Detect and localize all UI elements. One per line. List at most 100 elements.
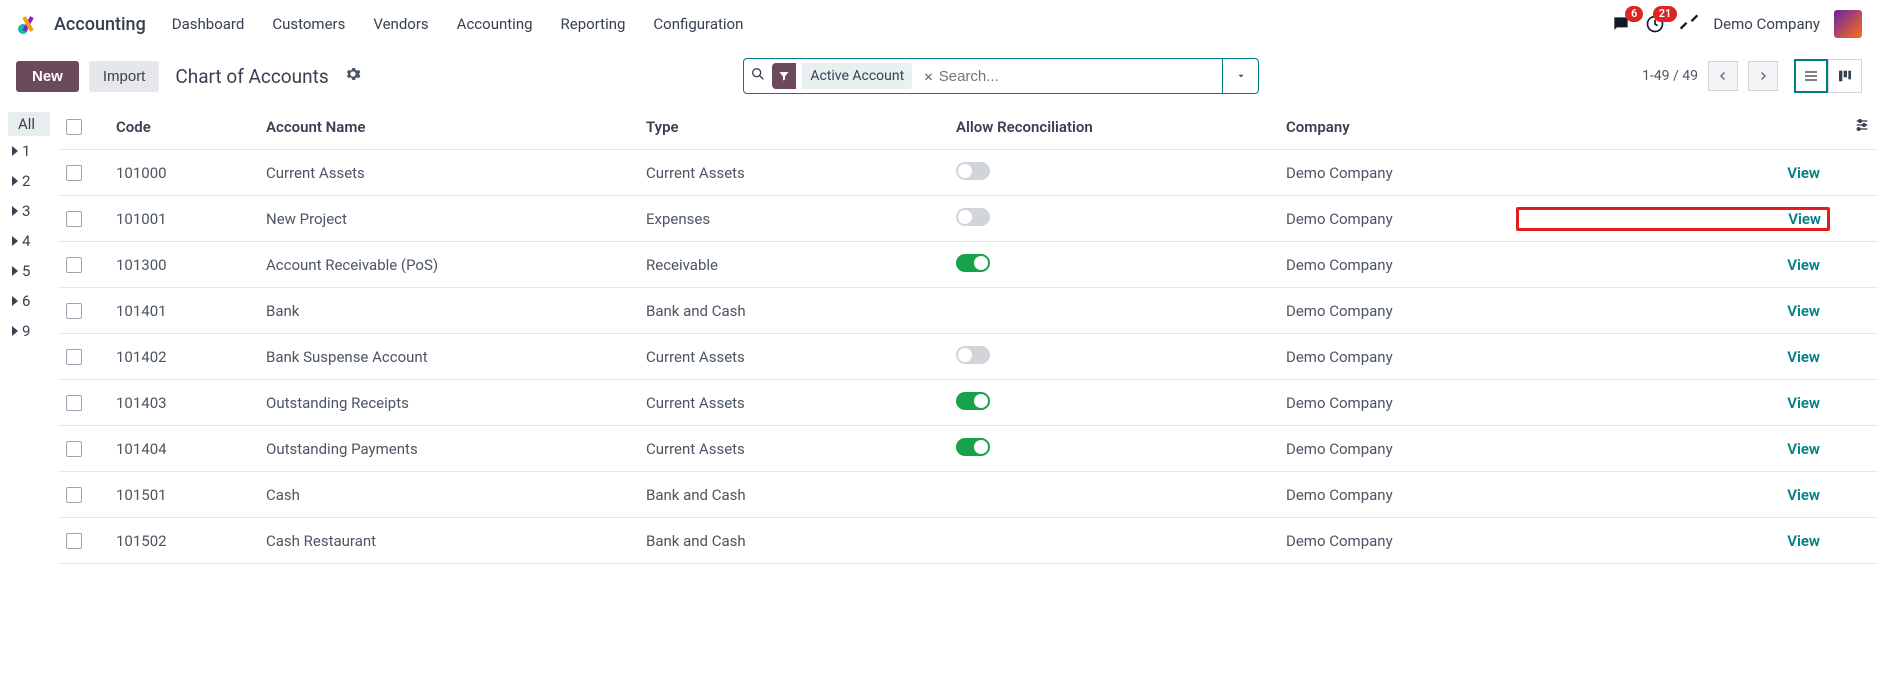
sidebar: All 1 2 345 6 9 [0,104,58,564]
gear-icon[interactable] [345,66,361,86]
nav-reporting[interactable]: Reporting [561,15,626,33]
view-list-button[interactable] [1794,59,1828,93]
view-link[interactable]: View [1516,164,1830,182]
cell-type: Bank and Cash [646,486,956,504]
reconciliation-toggle[interactable] [956,530,990,548]
row-checkbox[interactable] [66,395,82,411]
tools-icon[interactable] [1679,12,1699,36]
table-row[interactable]: 101401BankBank and CashDemo CompanyView [58,288,1878,334]
search-box[interactable]: Active Account × [743,58,1223,94]
app-name: Accounting [54,14,146,35]
table-row[interactable]: 101501CashBank and CashDemo CompanyView [58,472,1878,518]
sidebar-item-label: 9 [22,322,30,340]
nav-dashboard[interactable]: Dashboard [172,15,245,33]
columns-settings-icon[interactable] [1854,117,1870,137]
accounts-table: Code Account Name Type Allow Reconciliat… [58,104,1878,564]
reconciliation-toggle[interactable] [956,162,990,180]
sidebar-item[interactable]: 2 [8,166,50,196]
view-link[interactable]: View [1516,394,1830,412]
activities-icon[interactable]: 21 [1645,14,1665,34]
cell-name: Cash [266,486,646,504]
table-row[interactable]: 101001New ProjectExpensesDemo CompanyVie… [58,196,1878,242]
search-input[interactable] [939,59,1217,93]
sidebar-item[interactable]: 4 [8,226,50,256]
sidebar-item[interactable]: 5 [8,256,50,286]
filter-chip-close-icon[interactable]: × [924,67,933,86]
sidebar-item-label: 1 [22,142,30,160]
th-company[interactable]: Company [1286,118,1516,136]
cell-type: Bank and Cash [646,302,956,320]
reconciliation-toggle[interactable] [956,300,990,318]
cell-name: Account Receivable (PoS) [266,256,646,274]
nav-menu: Dashboard Customers Vendors Accounting R… [172,15,744,33]
company-name[interactable]: Demo Company [1713,15,1820,33]
messages-icon[interactable]: 6 [1611,14,1631,34]
pager-text: 1-49 / 49 [1642,68,1698,84]
pager-next-button[interactable] [1748,61,1778,91]
cell-company: Demo Company [1286,440,1516,458]
row-checkbox[interactable] [66,257,82,273]
sidebar-item[interactable]: 1 [8,136,50,166]
sidebar-item[interactable]: 6 [8,286,50,316]
filter-chip[interactable]: Active Account [802,63,912,89]
view-link[interactable]: View [1516,348,1830,366]
cell-name: Outstanding Receipts [266,394,646,412]
sidebar-item-label: 2 [22,172,30,190]
row-checkbox[interactable] [66,303,82,319]
sidebar-all[interactable]: All [8,112,50,136]
cell-recon [956,254,1286,276]
reconciliation-toggle[interactable] [956,392,990,410]
cell-name: Bank Suspense Account [266,348,646,366]
reconciliation-toggle[interactable] [956,438,990,456]
search-dropdown-button[interactable] [1223,58,1259,94]
table-row[interactable]: 101502Cash RestaurantBank and CashDemo C… [58,518,1878,564]
nav-vendors[interactable]: Vendors [373,15,428,33]
avatar[interactable] [1834,10,1862,38]
cell-code: 101404 [116,440,266,458]
reconciliation-toggle[interactable] [956,254,990,272]
caret-right-icon [12,146,18,156]
sidebar-item[interactable]: 3 [8,196,50,226]
row-checkbox[interactable] [66,533,82,549]
view-link[interactable]: View [1516,440,1830,458]
row-checkbox[interactable] [66,349,82,365]
sidebar-item-label: 6 [22,292,30,310]
row-checkbox[interactable] [66,211,82,227]
cell-code: 101000 [116,164,266,182]
import-button[interactable]: Import [89,61,160,92]
nav-configuration[interactable]: Configuration [653,15,743,33]
table-row[interactable]: 101300Account Receivable (PoS)Receivable… [58,242,1878,288]
cell-type: Bank and Cash [646,532,956,550]
table-row[interactable]: 101404Outstanding PaymentsCurrent Assets… [58,426,1878,472]
th-type[interactable]: Type [646,118,956,136]
view-link[interactable]: View [1516,486,1830,504]
caret-right-icon [12,326,18,336]
row-checkbox[interactable] [66,165,82,181]
sidebar-item[interactable]: 9 [8,316,50,346]
table-row[interactable]: 101403Outstanding ReceiptsCurrent Assets… [58,380,1878,426]
page-title: Chart of Accounts [175,65,328,88]
view-kanban-button[interactable] [1828,59,1862,93]
view-link[interactable]: View [1516,256,1830,274]
view-link[interactable]: View [1516,532,1830,550]
view-link[interactable]: View [1516,302,1830,320]
reconciliation-toggle[interactable] [956,484,990,502]
pager-prev-button[interactable] [1708,61,1738,91]
select-all-checkbox[interactable] [66,119,82,135]
nav-accounting[interactable]: Accounting [457,15,533,33]
caret-right-icon [12,236,18,246]
row-checkbox[interactable] [66,487,82,503]
table-row[interactable]: 101402Bank Suspense AccountCurrent Asset… [58,334,1878,380]
reconciliation-toggle[interactable] [956,346,990,364]
row-checkbox[interactable] [66,441,82,457]
caret-right-icon [12,176,18,186]
view-link[interactable]: View [1516,207,1830,231]
th-name[interactable]: Account Name [266,118,646,136]
new-button[interactable]: New [16,61,79,92]
th-code[interactable]: Code [116,118,266,136]
table-row[interactable]: 101000Current AssetsCurrent AssetsDemo C… [58,150,1878,196]
th-recon[interactable]: Allow Reconciliation [956,118,1286,136]
app-logo-icon [16,12,40,36]
reconciliation-toggle[interactable] [956,208,990,226]
nav-customers[interactable]: Customers [272,15,345,33]
